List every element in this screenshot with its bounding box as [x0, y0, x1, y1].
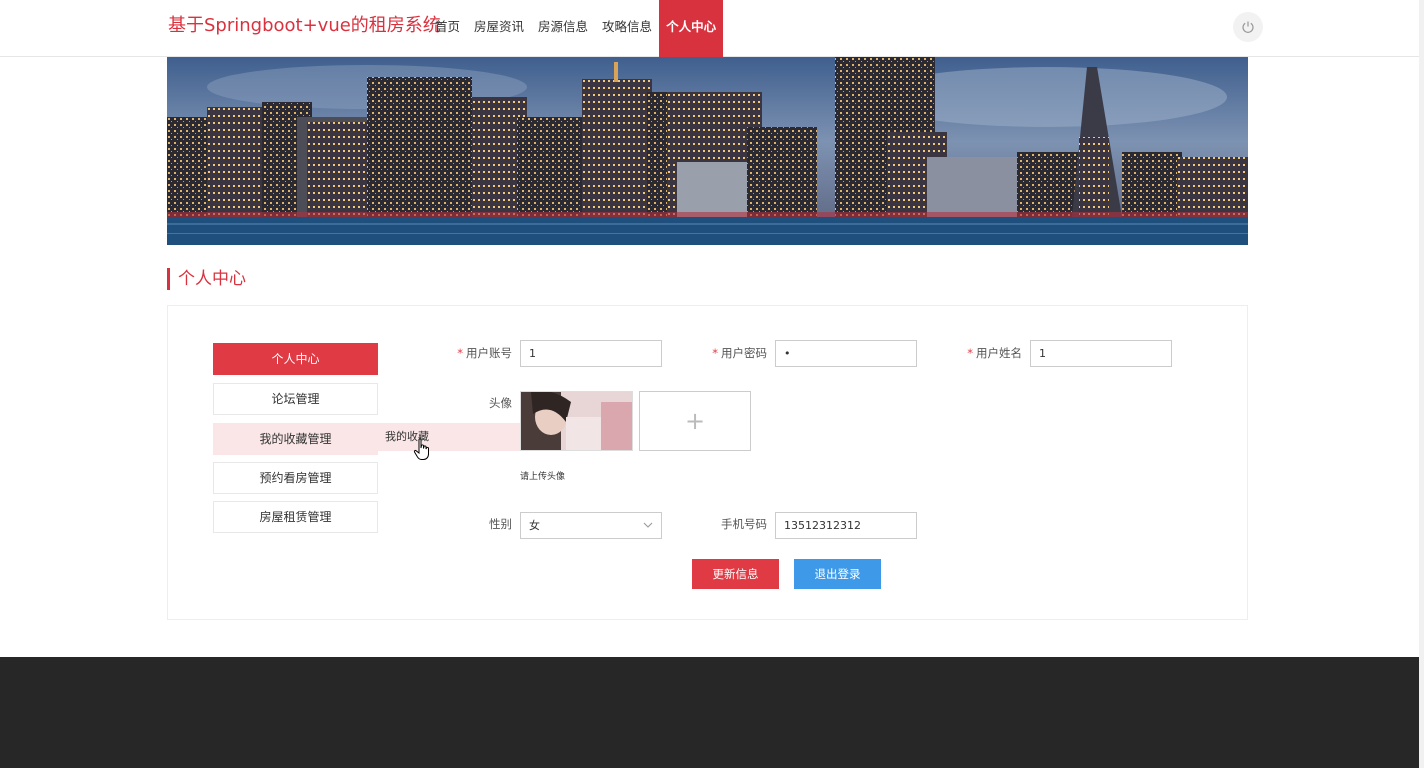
sidebar-item-favorites[interactable]: 我的收藏管理 — [213, 423, 378, 455]
nav-personal-center[interactable]: 个人中心 — [659, 0, 724, 57]
nav-home[interactable]: 首页 — [428, 0, 467, 57]
top-navbar: 基于Springboot+vue的租房系统 首页 房屋资讯 房源信息 攻略信息 … — [0, 0, 1419, 57]
name-input[interactable]: 1 — [1030, 340, 1172, 367]
nav-guides[interactable]: 攻略信息 — [595, 0, 659, 57]
sidebar-item-viewings[interactable]: 预约看房管理 — [213, 462, 378, 494]
power-icon — [1242, 21, 1254, 33]
logout-button[interactable]: 退出登录 — [794, 559, 881, 589]
password-input[interactable]: • — [775, 340, 917, 367]
section-title: 个人中心 — [167, 268, 246, 290]
account-input[interactable]: 1 — [520, 340, 662, 367]
city-skyline-illustration — [167, 57, 1248, 245]
sidebar-item-rentals[interactable]: 房屋租赁管理 — [213, 501, 378, 533]
name-label: * 用户姓名 — [967, 346, 1022, 360]
gender-value: 女 — [529, 519, 540, 532]
account-label: * 用户账号 — [457, 346, 512, 360]
avatar-image[interactable] — [520, 391, 633, 451]
avatar-label: 头像 — [489, 396, 512, 410]
phone-input[interactable]: 13512312312 — [775, 512, 917, 539]
gender-select[interactable]: 女 — [520, 512, 662, 539]
avatar-photo-illustration — [521, 392, 632, 450]
chevron-down-icon — [643, 522, 653, 528]
password-label: * 用户密码 — [712, 346, 767, 360]
sidebar-item-forum[interactable]: 论坛管理 — [213, 383, 378, 415]
phone-label: 手机号码 — [721, 517, 767, 531]
nav-house-news[interactable]: 房屋资讯 — [467, 0, 531, 57]
nav-house-listings[interactable]: 房源信息 — [531, 0, 595, 57]
gender-label: 性别 — [489, 517, 512, 531]
sidebar-item-personal-center[interactable]: 个人中心 — [213, 343, 378, 375]
page-footer — [0, 657, 1419, 768]
update-info-button[interactable]: 更新信息 — [692, 559, 779, 589]
power-button[interactable] — [1233, 12, 1263, 42]
submenu-my-favorites[interactable]: 我的收藏 — [378, 423, 540, 451]
main-nav: 首页 房屋资讯 房源信息 攻略信息 个人中心 — [428, 0, 724, 57]
avatar-upload-hint: 请上传头像 — [520, 472, 566, 482]
hand-cursor-icon — [413, 438, 429, 460]
page-scrollbar[interactable] — [1419, 0, 1424, 768]
avatar-upload-button[interactable]: + — [639, 391, 751, 451]
site-title[interactable]: 基于Springboot+vue的租房系统 — [168, 14, 441, 38]
city-banner-image — [167, 57, 1248, 245]
